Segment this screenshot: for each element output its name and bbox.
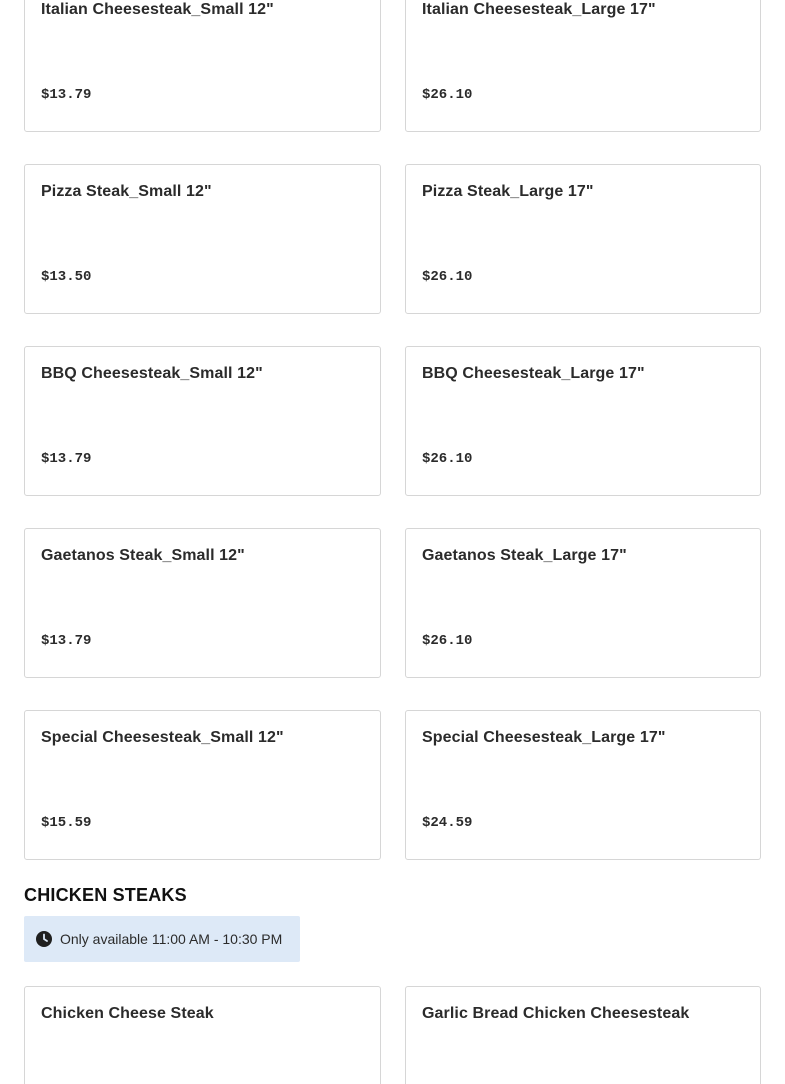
menu-item-price: $15.59: [41, 815, 92, 831]
menu-item-name: Pizza Steak_Small 12": [41, 183, 212, 200]
menu-item-price: $13.79: [41, 87, 92, 103]
menu-item-name: Chicken Cheese Steak: [41, 1005, 214, 1022]
menu-item-name: Special Cheesesteak_Small 12": [41, 729, 284, 746]
menu-item-name: BBQ Cheesesteak_Large 17": [422, 365, 645, 382]
menu-item-card[interactable]: Gaetanos Steak_Large 17" $26.10: [405, 528, 761, 678]
menu-item-name: Italian Cheesesteak_Large 17": [422, 1, 656, 18]
menu-item-price: $13.79: [41, 633, 92, 649]
menu-item-card[interactable]: Special Cheesesteak_Small 12" $15.59: [24, 710, 381, 860]
menu-item-card[interactable]: Pizza Steak_Large 17" $26.10: [405, 164, 761, 314]
menu-item-name: BBQ Cheesesteak_Small 12": [41, 365, 263, 382]
availability-text: Only available 11:00 AM - 10:30 PM: [60, 931, 283, 947]
menu-item-price: $26.10: [422, 451, 473, 467]
menu-item-card[interactable]: Italian Cheesesteak_Small 12" $13.79: [24, 0, 381, 132]
clock-icon: [36, 931, 52, 947]
menu-item-name: Italian Cheesesteak_Small 12": [41, 1, 274, 18]
menu-item-card[interactable]: BBQ Cheesesteak_Small 12" $13.79: [24, 346, 381, 496]
menu-item-card[interactable]: Pizza Steak_Small 12" $13.50: [24, 164, 381, 314]
menu-item-name: Gaetanos Steak_Large 17": [422, 547, 627, 564]
menu-item-name: Pizza Steak_Large 17": [422, 183, 594, 200]
menu-item-price: $13.79: [41, 451, 92, 467]
menu-item-card[interactable]: BBQ Cheesesteak_Large 17" $26.10: [405, 346, 761, 496]
menu-item-price: $13.50: [41, 269, 92, 285]
menu-item-name: Gaetanos Steak_Small 12": [41, 547, 245, 564]
menu-item-price: $24.59: [422, 815, 473, 831]
section-title: CHICKEN STEAKS: [24, 885, 187, 905]
menu-item-card[interactable]: Special Cheesesteak_Large 17" $24.59: [405, 710, 761, 860]
menu-item-price: $26.10: [422, 633, 473, 649]
menu-item-price: $26.10: [422, 269, 473, 285]
menu-item-card[interactable]: Garlic Bread Chicken Cheesesteak: [405, 986, 761, 1084]
menu-item-card[interactable]: Italian Cheesesteak_Large 17" $26.10: [405, 0, 761, 132]
menu-item-card[interactable]: Gaetanos Steak_Small 12" $13.79: [24, 528, 381, 678]
menu-item-card[interactable]: Chicken Cheese Steak: [24, 986, 381, 1084]
menu-item-price: $26.10: [422, 87, 473, 103]
availability-banner: Only available 11:00 AM - 10:30 PM: [24, 916, 300, 962]
menu-item-name: Garlic Bread Chicken Cheesesteak: [422, 1005, 690, 1022]
menu-item-name: Special Cheesesteak_Large 17": [422, 729, 666, 746]
